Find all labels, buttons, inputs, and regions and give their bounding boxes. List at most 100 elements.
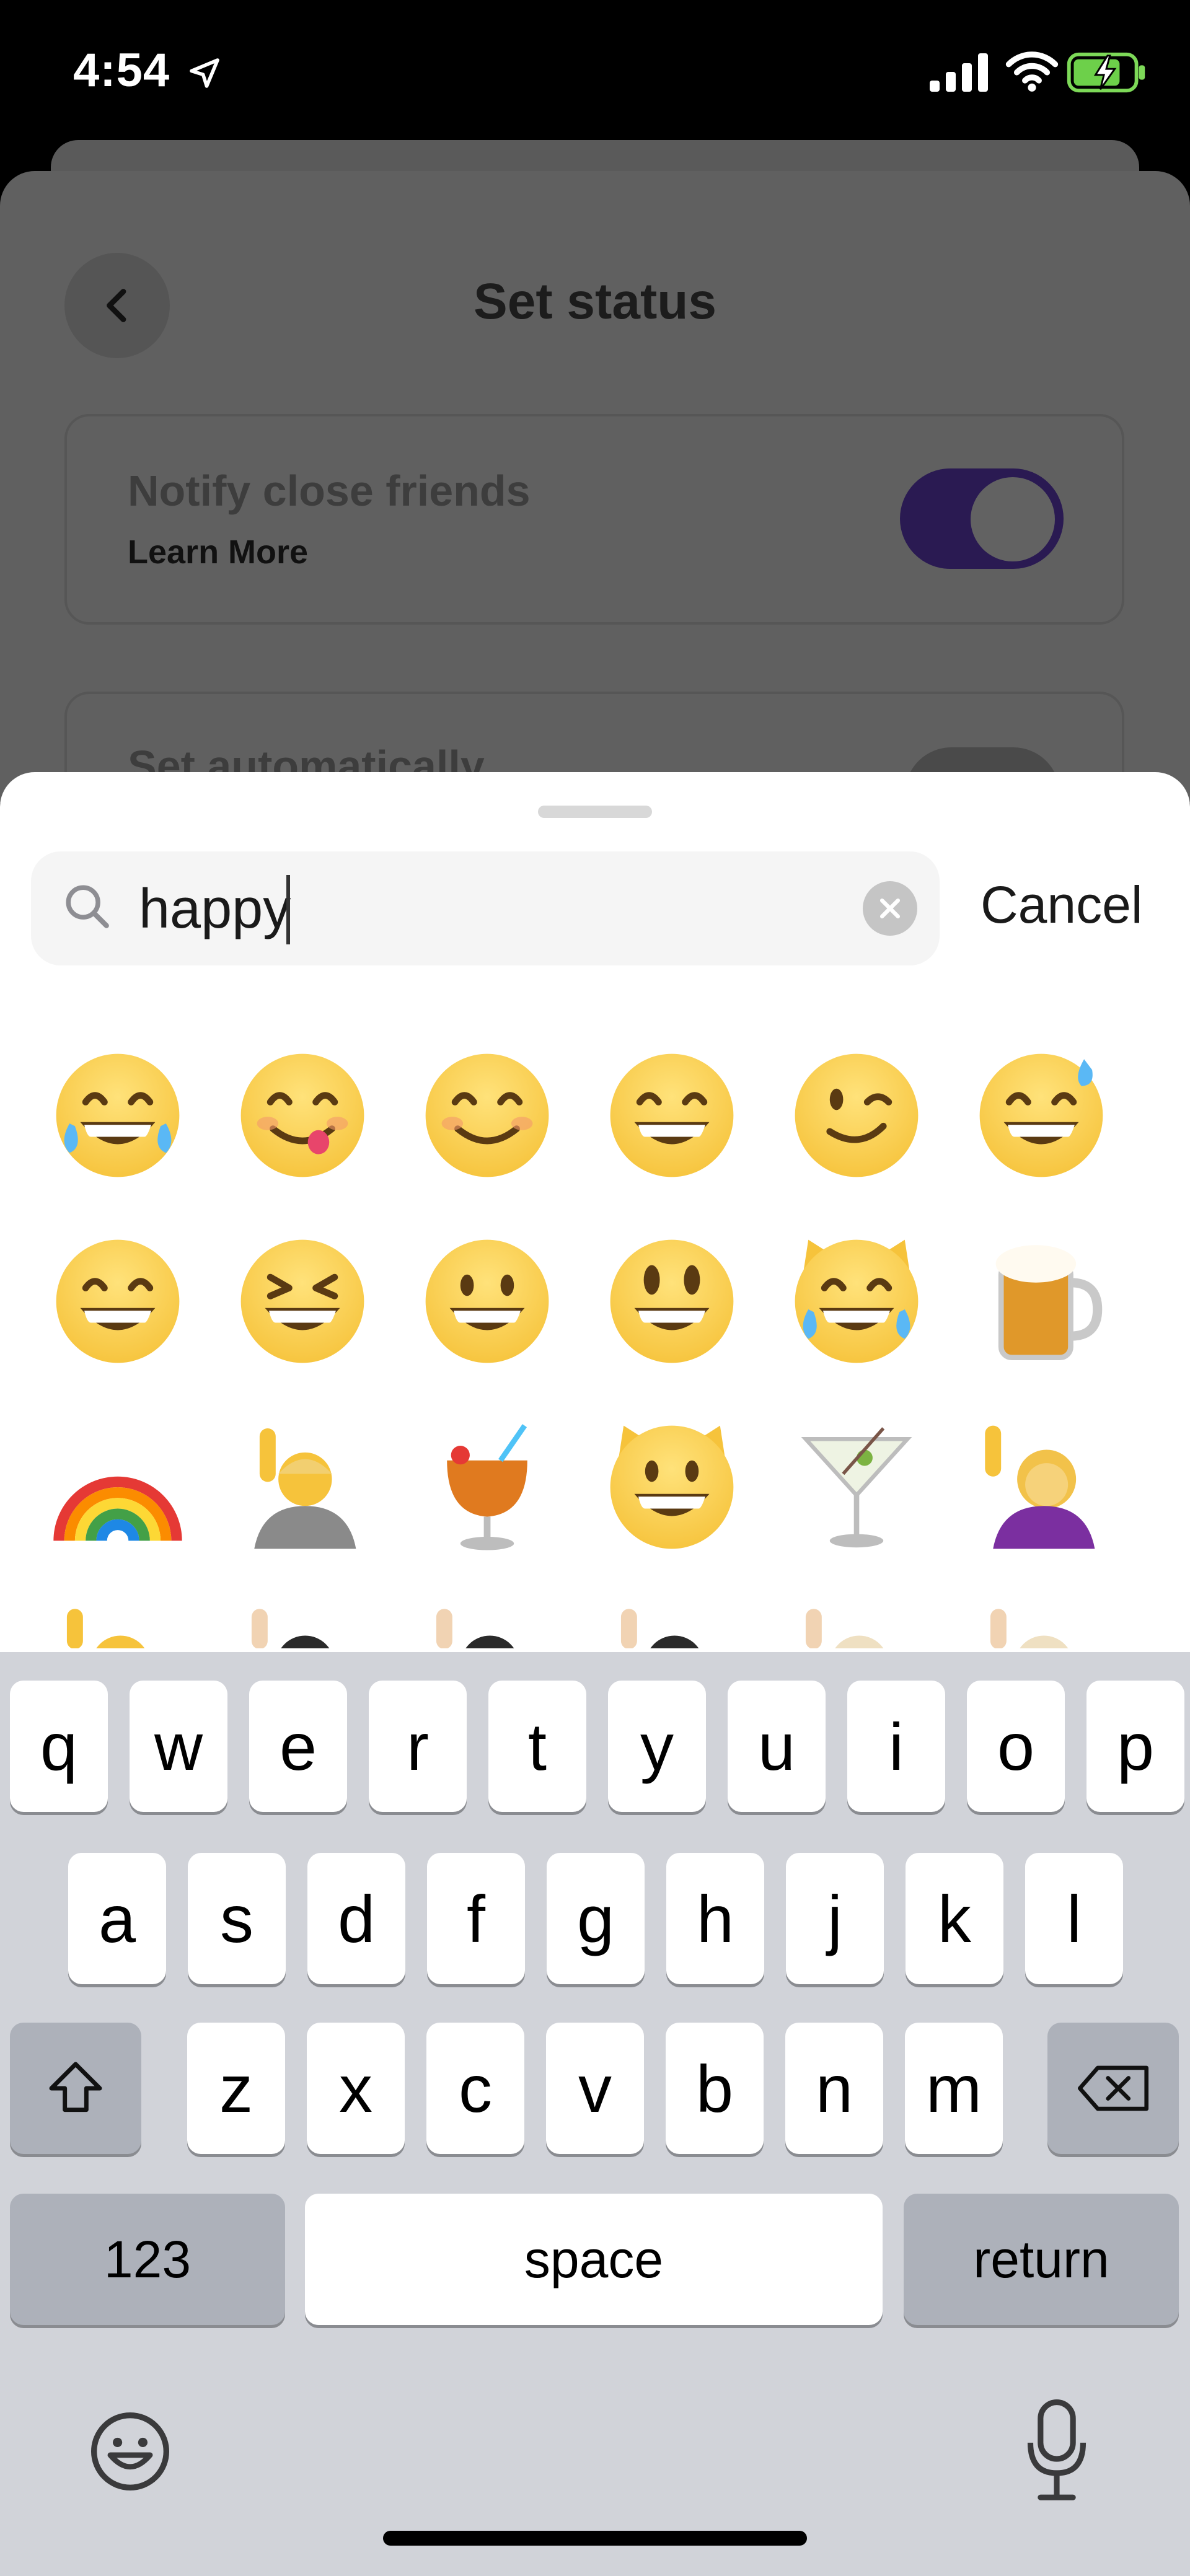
emoji-grinning-cat[interactable] (585, 1400, 759, 1574)
emoji-partial-row[interactable] (770, 1586, 943, 1648)
grinning-face-with-smiling-eyes-icon (56, 1239, 180, 1363)
key-d[interactable]: d (307, 1853, 405, 1984)
key-x[interactable]: x (307, 2023, 405, 2154)
key-i[interactable]: i (847, 1681, 945, 1812)
emoji-grinning-face-with-sweat[interactable] (954, 1029, 1128, 1202)
return-key[interactable]: return (904, 2194, 1179, 2325)
emoji-face-savoring-food[interactable] (216, 1029, 389, 1202)
delete-backspace-icon (1077, 2065, 1149, 2111)
key-h[interactable]: h (666, 1853, 764, 1984)
grinning-cat-icon (610, 1425, 734, 1549)
woman-raising-hand-icon (985, 1425, 1095, 1549)
raising-hand-partial-icon (251, 1609, 330, 1648)
raising-hand-partial-icon (66, 1609, 145, 1648)
close-icon (879, 898, 901, 919)
key-l[interactable]: l (1025, 1853, 1123, 1984)
notify-toggle-knob (971, 477, 1055, 561)
key-o[interactable]: o (967, 1681, 1065, 1812)
key-e[interactable]: e (249, 1681, 347, 1812)
notify-close-friends-label: Notify close friends (128, 467, 531, 515)
sheet-grabber[interactable] (538, 806, 652, 818)
numbers-key[interactable]: 123 (10, 2194, 285, 2325)
key-u[interactable]: u (728, 1681, 826, 1812)
emoji-face-with-tears-of-joy[interactable] (31, 1029, 205, 1202)
cancel-button[interactable]: Cancel (981, 875, 1142, 935)
person-raising-hand-icon (254, 1428, 356, 1549)
emoji-rainbow[interactable] (31, 1400, 205, 1574)
emoji-person-raising-hand[interactable] (216, 1400, 389, 1574)
key-s[interactable]: s (188, 1853, 286, 1984)
home-indicator (383, 2531, 807, 2546)
grinning-face-with-big-eyes-icon (610, 1239, 734, 1363)
grinning-face-icon (425, 1239, 549, 1363)
key-p[interactable]: p (1086, 1681, 1184, 1812)
search-icon (66, 885, 109, 928)
learn-more-link[interactable]: Learn More (128, 533, 308, 571)
key-a[interactable]: a (68, 1853, 166, 1984)
key-n[interactable]: n (785, 2023, 883, 2154)
emoji-smiling-face-with-smiling-eyes[interactable] (400, 1029, 574, 1202)
rainbow-icon (53, 1476, 182, 1542)
key-y[interactable]: y (608, 1681, 706, 1812)
key-j[interactable]: j (786, 1853, 884, 1984)
emoji-cat-with-tears-of-joy[interactable] (770, 1215, 943, 1388)
emoji-grid (31, 1029, 1171, 1648)
key-q[interactable]: q (10, 1681, 108, 1812)
raising-hand-partial-icon (436, 1609, 514, 1648)
status-time: 4:54 (73, 44, 170, 97)
key-g[interactable]: g (547, 1853, 645, 1984)
face-savoring-food-icon (240, 1053, 364, 1177)
clear-search-button[interactable] (863, 881, 917, 936)
grinning-face-with-sweat-icon (979, 1053, 1103, 1177)
emoji-keyboard-icon[interactable] (87, 2408, 174, 2495)
emoji-grinning-squinting-face[interactable] (216, 1215, 389, 1388)
key-f[interactable]: f (427, 1853, 525, 1984)
emoji-beaming-face-with-smiling-eyes[interactable] (585, 1029, 759, 1202)
key-k[interactable]: k (906, 1853, 1003, 1984)
key-b[interactable]: b (666, 2023, 764, 2154)
delete-key[interactable] (1047, 2023, 1179, 2154)
cellular-signal-icon (930, 53, 988, 92)
key-r[interactable]: r (369, 1681, 467, 1812)
shift-icon (49, 2062, 102, 2112)
emoji-beer-mug[interactable] (954, 1215, 1128, 1388)
wifi-icon (1005, 51, 1059, 92)
cocktail-glass-icon (801, 1427, 912, 1548)
page-title: Set status (474, 273, 716, 330)
key-c[interactable]: c (426, 2023, 524, 2154)
key-w[interactable]: w (130, 1681, 227, 1812)
tropical-drink-icon (447, 1424, 527, 1550)
keyboard: q w e r t y u i o p a s d f g h j k l z x c v b n m 123 space return (0, 1652, 1190, 2576)
emoji-woman-raising-hand[interactable] (954, 1400, 1128, 1574)
cat-with-tears-of-joy-icon (795, 1239, 919, 1363)
space-key[interactable]: space (305, 2194, 883, 2325)
emoji-grinning-face-with-big-eyes[interactable] (585, 1215, 759, 1388)
location-arrow-icon (190, 58, 219, 88)
raising-hand-partial-icon (620, 1609, 699, 1648)
beer-mug-icon (995, 1245, 1103, 1361)
emoji-partial-row[interactable] (216, 1586, 389, 1648)
emoji-winking-face[interactable] (770, 1029, 943, 1202)
key-t[interactable]: t (488, 1681, 586, 1812)
search-input[interactable] (139, 869, 852, 949)
winking-face-icon (795, 1053, 919, 1177)
grinning-squinting-face-icon (240, 1239, 364, 1363)
battery-charging-icon (1067, 52, 1145, 93)
key-v[interactable]: v (546, 2023, 644, 2154)
raising-hand-partial-icon (990, 1609, 1069, 1648)
emoji-partial-row[interactable] (585, 1586, 759, 1648)
smiling-face-with-smiling-eyes-icon (425, 1053, 549, 1177)
beaming-face-with-smiling-eyes-icon (610, 1053, 734, 1177)
emoji-partial-row[interactable] (31, 1586, 205, 1648)
emoji-grinning-face[interactable] (400, 1215, 574, 1388)
microphone-icon[interactable] (1023, 2398, 1091, 2503)
emoji-partial-row[interactable] (400, 1586, 574, 1648)
raising-hand-partial-icon (805, 1609, 884, 1648)
emoji-cocktail-glass[interactable] (770, 1400, 943, 1574)
key-z[interactable]: z (187, 2023, 285, 2154)
shift-key[interactable] (10, 2023, 141, 2154)
key-m[interactable]: m (905, 2023, 1003, 2154)
emoji-tropical-drink[interactable] (400, 1400, 574, 1574)
emoji-grinning-face-with-smiling-eyes[interactable] (31, 1215, 205, 1388)
emoji-partial-row[interactable] (954, 1586, 1128, 1648)
